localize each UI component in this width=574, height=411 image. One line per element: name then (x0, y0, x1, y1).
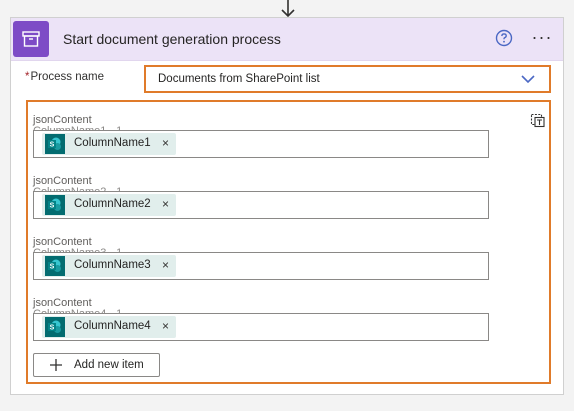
dynamic-content-token[interactable]: S ColumnName1 × (42, 133, 176, 155)
json-content-item: ColumnName1 - 1 jsonContent S ColumnName… (33, 114, 489, 174)
flow-down-arrow-icon (281, 0, 295, 18)
plus-icon (50, 359, 62, 371)
add-new-item-button[interactable]: Add new item (33, 353, 160, 377)
remove-token-icon[interactable]: × (162, 258, 169, 272)
remove-token-icon[interactable]: × (162, 197, 169, 211)
svg-text:S: S (50, 264, 55, 271)
item-value-input[interactable]: S ColumnName4 × (33, 313, 489, 341)
json-content-item: ColumnName2 - 1 jsonContent S ColumnName… (33, 175, 489, 235)
action-title: Start document generation process (63, 31, 281, 47)
svg-text:S: S (50, 203, 55, 210)
svg-text:S: S (50, 325, 55, 332)
item-label: jsonContent (33, 236, 92, 248)
dynamic-content-token[interactable]: S ColumnName2 × (42, 194, 176, 216)
sharepoint-icon: S (45, 256, 65, 276)
archive-box-icon (13, 21, 49, 57)
dynamic-content-token[interactable]: S ColumnName3 × (42, 255, 176, 277)
process-name-label-text: Process name (30, 71, 104, 83)
action-card: Start document generation process ··· *P… (10, 17, 564, 395)
item-value-input[interactable]: S ColumnName1 × (33, 130, 489, 158)
process-name-value: Documents from SharePoint list (158, 73, 320, 85)
token-label: ColumnName1 (74, 137, 151, 149)
text-mode-toggle-icon[interactable] (530, 112, 546, 128)
svg-text:S: S (50, 142, 55, 149)
chevron-down-icon (521, 75, 535, 84)
add-new-item-label: Add new item (74, 359, 144, 371)
remove-token-icon[interactable]: × (162, 136, 169, 150)
item-label: jsonContent (33, 297, 92, 309)
question-circle-icon[interactable] (495, 29, 513, 47)
item-value-input[interactable]: S ColumnName3 × (33, 252, 489, 280)
required-mark: * (25, 71, 30, 83)
token-label: ColumnName3 (74, 259, 151, 271)
sharepoint-icon: S (45, 195, 65, 215)
json-content-section: ColumnName1 - 1 jsonContent S ColumnName… (26, 100, 551, 384)
ellipsis-icon[interactable]: ··· (530, 27, 554, 47)
remove-token-icon[interactable]: × (162, 319, 169, 333)
token-label: ColumnName4 (74, 320, 151, 332)
json-content-item: ColumnName4 - 1 jsonContent S ColumnName… (33, 297, 489, 357)
token-label: ColumnName2 (74, 198, 151, 210)
dynamic-content-token[interactable]: S ColumnName4 × (42, 316, 176, 338)
item-label: jsonContent (33, 114, 92, 126)
process-name-dropdown[interactable]: Documents from SharePoint list (144, 65, 551, 93)
action-header[interactable]: Start document generation process ··· (11, 18, 563, 61)
item-label: jsonContent (33, 175, 92, 187)
sharepoint-icon: S (45, 317, 65, 337)
process-name-label: *Process name (25, 71, 104, 83)
sharepoint-icon: S (45, 134, 65, 154)
json-content-item: ColumnName3 - 1 jsonContent S ColumnName… (33, 236, 489, 296)
item-value-input[interactable]: S ColumnName2 × (33, 191, 489, 219)
